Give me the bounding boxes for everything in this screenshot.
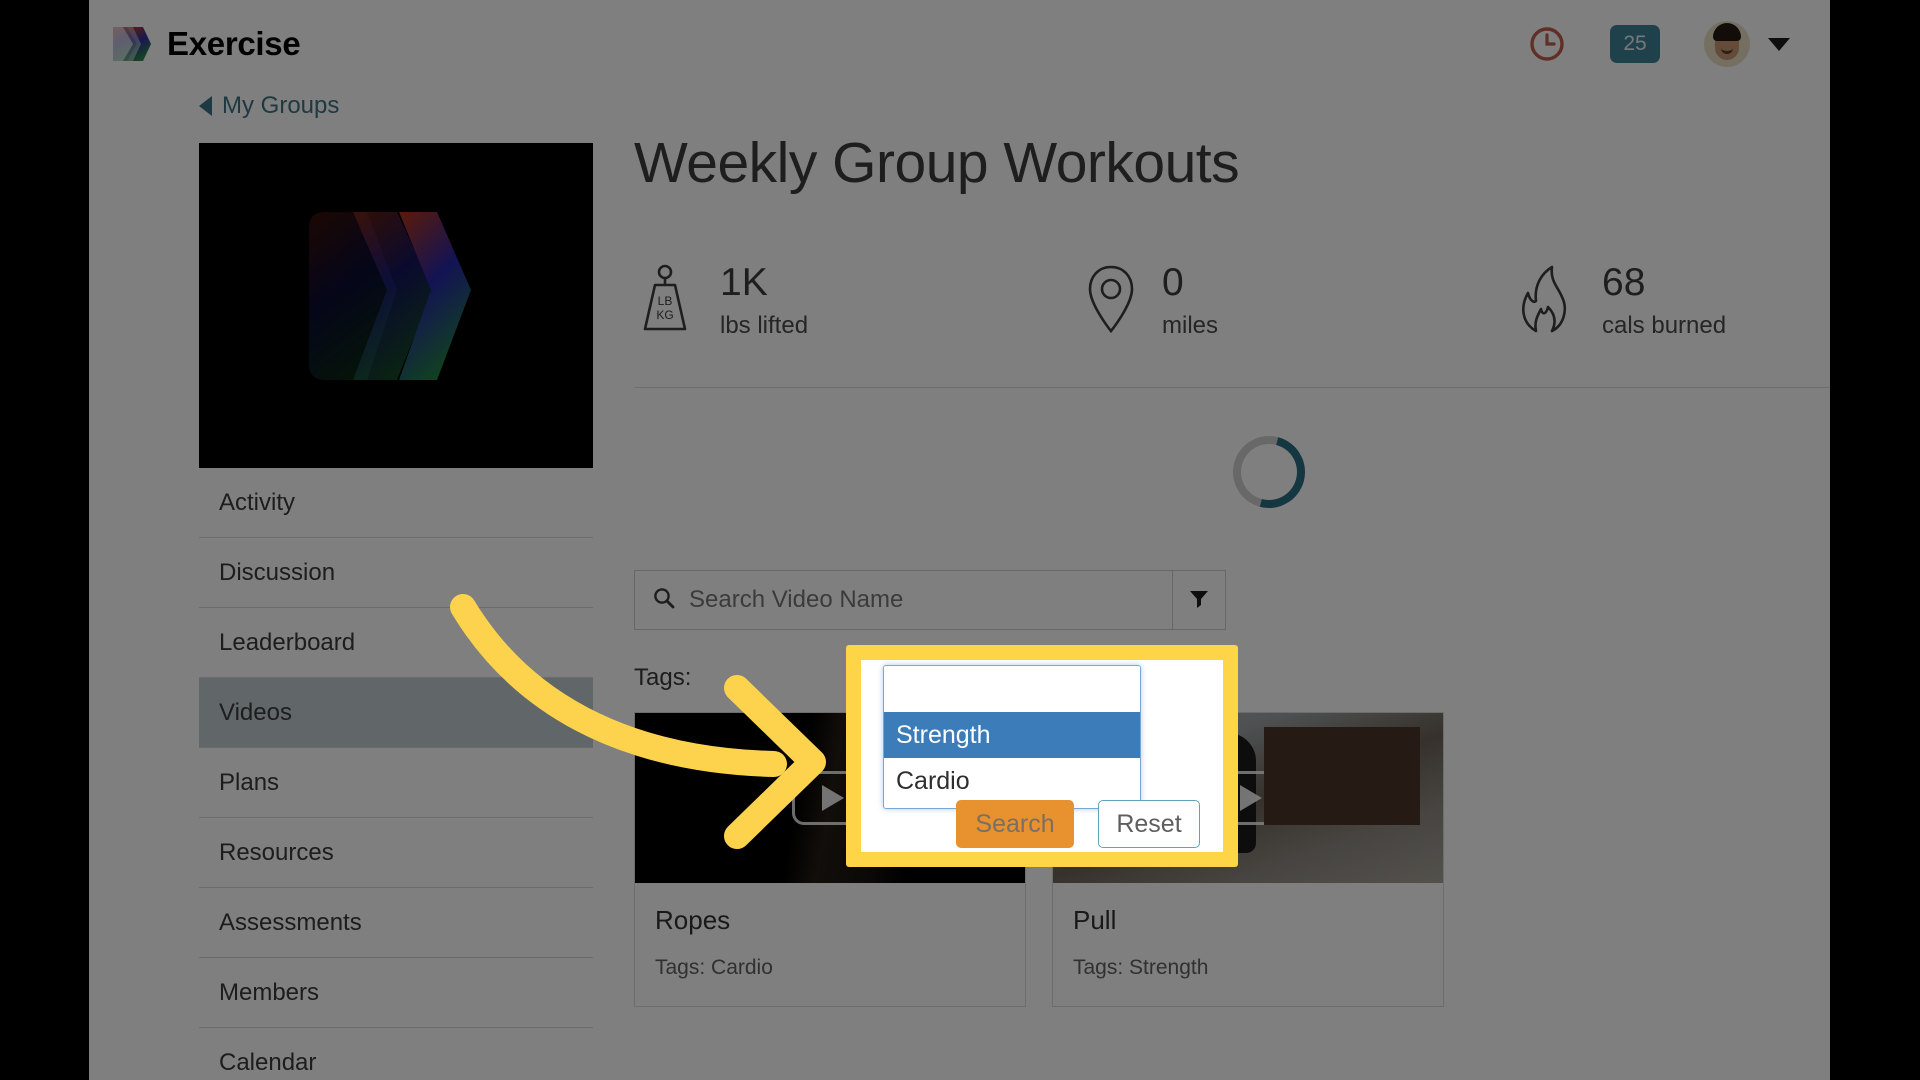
sidebar-item-discussion[interactable]: Discussion [199, 538, 593, 608]
video-title: Ropes [655, 905, 731, 935]
svg-text:KG: KG [656, 308, 673, 322]
sidebar-item-plans[interactable]: Plans [199, 748, 593, 818]
notification-badge[interactable]: 25 [1610, 25, 1660, 63]
chevron-left-icon [199, 96, 212, 116]
location-pin-icon [1084, 261, 1138, 342]
clock-icon[interactable] [1528, 25, 1566, 63]
loading-row [634, 422, 1830, 522]
sidebar-item-videos[interactable]: Videos [199, 678, 593, 748]
avatar [1704, 21, 1750, 67]
screen-root: Exercise 25 My Groups Activity Discussio… [0, 0, 1920, 1080]
sidebar-item-assessments[interactable]: Assessments [199, 888, 593, 958]
group-logo-image [199, 143, 593, 468]
sidebar-item-label: Members [219, 978, 320, 1006]
video-tags: Tags: Cardio [655, 956, 773, 979]
top-bar: Exercise 25 [89, 0, 1830, 88]
flame-icon [1514, 263, 1578, 340]
stat-value: 1K [720, 261, 768, 304]
filter-icon [1188, 587, 1210, 614]
sidebar-item-label: Discussion [219, 558, 336, 586]
top-bar-actions: 25 [1528, 21, 1790, 67]
stat-value: 0 [1162, 261, 1184, 304]
reset-button[interactable]: Reset [1098, 800, 1200, 848]
brand[interactable]: Exercise [109, 25, 301, 63]
sidebar-item-resources[interactable]: Resources [199, 818, 593, 888]
sidebar-item-calendar[interactable]: Calendar [199, 1028, 593, 1080]
search-bar: Search Video Name [634, 570, 1226, 630]
sidebar-item-leaderboard[interactable]: Leaderboard [199, 608, 593, 678]
loading-spinner-icon [1219, 422, 1319, 522]
stat-value: 68 [1602, 261, 1646, 304]
sidebar-item-label: Resources [219, 838, 334, 866]
tag-select-listbox[interactable]: Strength Cardio [883, 665, 1141, 809]
stat-label: miles [1162, 312, 1219, 339]
stat-label: cals burned [1602, 312, 1727, 339]
stat-cals-burned: 68 cals burned [1514, 263, 1726, 340]
tag-option-blank[interactable] [884, 666, 1140, 712]
tag-option-cardio[interactable]: Cardio [884, 758, 1140, 804]
filter-button[interactable] [1172, 570, 1226, 630]
stat-lbs-lifted: LB KG 1K lbs lifted [634, 263, 1084, 340]
search-icon [653, 587, 675, 614]
chevron-stack-logo-icon [109, 25, 151, 63]
video-title: Pull [1073, 905, 1117, 935]
stat-miles: 0 miles [1084, 261, 1514, 342]
svg-text:LB: LB [658, 294, 673, 308]
weight-icon: LB KG [634, 263, 696, 340]
search-button[interactable]: Search [956, 800, 1074, 848]
tag-filter-panel: Strength Cardio Search Reset [861, 660, 1223, 852]
back-link-label: My Groups [222, 92, 340, 119]
sidebar-item-label: Activity [219, 488, 296, 516]
video-tags: Tags: Strength [1073, 956, 1209, 979]
search-placeholder: Search Video Name [689, 586, 904, 613]
main-content: Weekly Group Workouts LB KG 1K lbs lifte… [634, 130, 1830, 1007]
sidebar-item-members[interactable]: Members [199, 958, 593, 1028]
chevron-down-icon[interactable] [1768, 37, 1790, 51]
sidebar-item-label: Videos [219, 698, 292, 726]
sidebar-item-activity[interactable]: Activity [199, 468, 593, 538]
popup-actions: Search Reset [956, 800, 1200, 848]
sidebar-item-label: Plans [219, 768, 280, 796]
tag-filter-popup: Strength Cardio Search Reset [846, 645, 1238, 867]
app-window: Exercise 25 My Groups Activity Discussio… [89, 0, 1830, 1080]
sidebar-item-label: Leaderboard [219, 628, 356, 656]
page-title: Weekly Group Workouts [634, 131, 1240, 195]
brand-name: Exercise [167, 25, 301, 62]
tag-option-strength[interactable]: Strength [884, 712, 1140, 758]
sidebar-item-label: Assessments [219, 908, 362, 936]
breadcrumb[interactable]: My Groups [199, 92, 339, 120]
sidebar: Activity Discussion Leaderboard Videos P… [199, 143, 593, 1080]
account-menu[interactable] [1704, 21, 1790, 67]
search-input[interactable]: Search Video Name [634, 570, 1172, 630]
sidebar-item-label: Calendar [219, 1048, 317, 1076]
stats-row: LB KG 1K lbs lifted 0 miles 68 cals burn… [634, 261, 1830, 388]
stat-label: lbs lifted [720, 312, 809, 339]
